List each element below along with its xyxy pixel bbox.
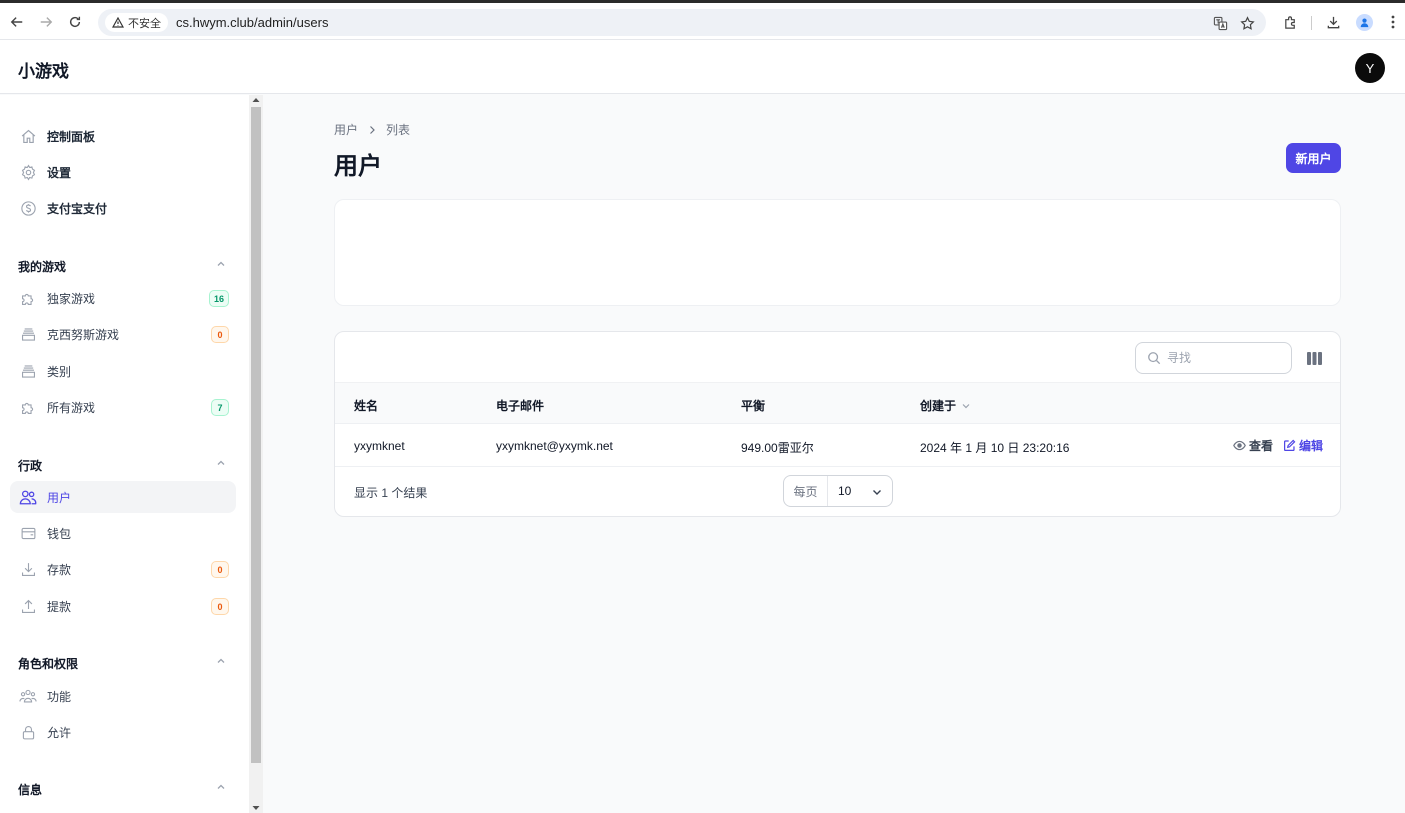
puzzle-icon bbox=[19, 289, 37, 307]
sidebar: 控制面板 设置 支付宝支付 我的游戏 独家游戏 16 克西努斯游戏 0 类别 所… bbox=[0, 95, 249, 813]
chevron-down-icon bbox=[871, 486, 883, 498]
app-header: 小游戏 Y bbox=[0, 40, 1405, 94]
table-header: 姓名 电子邮件 平衡 创建于 bbox=[335, 382, 1340, 424]
brand-title: 小游戏 bbox=[18, 62, 69, 81]
upload-icon bbox=[19, 597, 37, 615]
columns-toggle-icon[interactable] bbox=[1304, 348, 1324, 368]
stack-icon bbox=[19, 362, 37, 380]
gear-icon bbox=[19, 163, 37, 181]
puzzle-icon bbox=[19, 398, 37, 416]
chevron-up-icon[interactable] bbox=[215, 781, 227, 793]
cell-email: yxymknet@yxymk.net bbox=[496, 439, 613, 453]
breadcrumb-list: 列表 bbox=[386, 123, 411, 137]
users-table-card: 姓名 电子邮件 平衡 创建于 yxymknet yxymknet@yxymk.n… bbox=[334, 331, 1341, 517]
bookmark-star-icon[interactable] bbox=[1237, 13, 1257, 33]
sidebar-scrollbar[interactable] bbox=[249, 95, 263, 813]
sort-chevron-down-icon[interactable] bbox=[961, 401, 971, 411]
security-label: 不安全 bbox=[128, 17, 161, 30]
column-header-name: 姓名 bbox=[354, 399, 379, 413]
search-field[interactable] bbox=[1135, 342, 1292, 374]
wallet-icon bbox=[19, 524, 37, 542]
pencil-square-icon bbox=[1283, 439, 1296, 452]
column-header-balance: 平衡 bbox=[741, 399, 766, 413]
count-badge: 16 bbox=[208, 290, 229, 307]
lock-icon bbox=[19, 723, 37, 741]
scroll-up-arrow-icon[interactable] bbox=[252, 97, 260, 105]
count-badge: 0 bbox=[211, 598, 229, 615]
sidebar-item-xinus-games[interactable]: 克西努斯游戏 0 bbox=[10, 318, 236, 350]
new-user-button[interactable]: 新用户 bbox=[1286, 143, 1341, 173]
view-action[interactable]: 查看 bbox=[1233, 437, 1273, 454]
table-row: yxymknet yxymknet@yxymk.net 949.00雷亚尔 20… bbox=[335, 424, 1340, 467]
sidebar-item-all-games[interactable]: 所有游戏 7 bbox=[10, 391, 236, 423]
edit-action[interactable]: 编辑 bbox=[1283, 437, 1323, 454]
sidebar-item-dashboard[interactable]: 控制面板 bbox=[10, 120, 236, 152]
warning-triangle-icon bbox=[112, 17, 124, 28]
sidebar-item-deposits[interactable]: 存款 0 bbox=[10, 553, 236, 585]
group-title-admin: 行政 bbox=[18, 459, 43, 473]
breadcrumb-users[interactable]: 用户 bbox=[334, 121, 358, 138]
column-header-email: 电子邮件 bbox=[496, 399, 545, 413]
address-bar[interactable]: 不安全 cs.hwym.club/admin/users bbox=[98, 9, 1266, 36]
dollar-circle-icon bbox=[19, 199, 37, 217]
scroll-down-arrow-icon[interactable] bbox=[252, 805, 260, 813]
empty-widget-card bbox=[334, 199, 1341, 306]
sidebar-item-categories[interactable]: 类别 bbox=[10, 355, 236, 387]
per-page-value: 10 bbox=[838, 484, 852, 498]
results-count: 显示 1 个结果 bbox=[354, 486, 428, 500]
count-badge: 7 bbox=[211, 399, 229, 416]
group-title-info: 信息 bbox=[18, 783, 43, 797]
sidebar-item-roles[interactable]: 功能 bbox=[10, 680, 236, 712]
user-avatar[interactable]: Y bbox=[1355, 53, 1385, 83]
column-header-created[interactable]: 创建于 bbox=[920, 397, 971, 414]
breadcrumb: 用户 列表 bbox=[334, 121, 410, 138]
reload-icon[interactable] bbox=[65, 12, 85, 32]
chevron-right-icon bbox=[367, 125, 377, 135]
group-title-roles: 角色和权限 bbox=[18, 657, 79, 671]
back-arrow-icon[interactable] bbox=[7, 12, 27, 32]
scrollbar-thumb[interactable] bbox=[251, 107, 261, 763]
cell-balance: 949.00雷亚尔 bbox=[741, 441, 814, 455]
toolbar-divider bbox=[1311, 16, 1312, 30]
extensions-icon[interactable] bbox=[1280, 12, 1300, 32]
translate-icon[interactable] bbox=[1210, 13, 1230, 33]
sidebar-item-users[interactable]: 用户 bbox=[10, 481, 236, 513]
chevron-up-icon[interactable] bbox=[215, 655, 227, 667]
stack-icon bbox=[19, 325, 37, 343]
group-title-my-games: 我的游戏 bbox=[18, 260, 67, 274]
per-page-label: 每页 bbox=[784, 476, 828, 506]
browser-toolbar: 不安全 cs.hwym.club/admin/users bbox=[0, 0, 1405, 40]
url-text: cs.hwym.club/admin/users bbox=[176, 15, 329, 30]
user-group-icon bbox=[19, 687, 37, 705]
count-badge: 0 bbox=[211, 561, 229, 578]
download-icon[interactable] bbox=[1323, 12, 1343, 32]
cell-created: 2024 年 1 月 10 日 23:20:16 bbox=[920, 441, 1070, 455]
forward-arrow-icon[interactable] bbox=[36, 12, 56, 32]
chevron-up-icon[interactable] bbox=[215, 457, 227, 469]
profile-icon[interactable] bbox=[1354, 12, 1374, 32]
eye-icon bbox=[1233, 439, 1246, 452]
kebab-menu-icon[interactable] bbox=[1383, 12, 1403, 32]
security-chip[interactable]: 不安全 bbox=[105, 13, 168, 32]
users-icon bbox=[19, 488, 37, 506]
cell-name: yxymknet bbox=[354, 439, 405, 453]
page-title: 用户 bbox=[334, 153, 382, 180]
sidebar-item-withdrawals[interactable]: 提款 0 bbox=[10, 590, 236, 622]
sidebar-item-permissions[interactable]: 允许 bbox=[10, 716, 236, 748]
sidebar-item-settings[interactable]: 设置 bbox=[10, 156, 236, 188]
chevron-up-icon[interactable] bbox=[215, 258, 227, 270]
download-icon bbox=[19, 560, 37, 578]
home-icon bbox=[19, 127, 37, 145]
count-badge: 0 bbox=[211, 326, 229, 343]
sidebar-item-wallet[interactable]: 钱包 bbox=[10, 517, 236, 549]
sidebar-item-alipay[interactable]: 支付宝支付 bbox=[10, 192, 236, 224]
sidebar-item-exclusive-games[interactable]: 独家游戏 16 bbox=[10, 282, 236, 314]
search-input[interactable] bbox=[1167, 351, 1277, 365]
search-icon bbox=[1147, 351, 1161, 365]
per-page-select[interactable]: 每页 10 bbox=[783, 475, 893, 507]
